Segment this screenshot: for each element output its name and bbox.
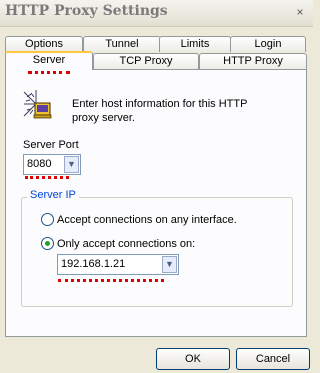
network-proxy-icon (23, 90, 52, 119)
tab-server[interactable]: Server (5, 51, 93, 70)
window-title: HTTP Proxy Settings (5, 3, 168, 19)
tab-tcp-proxy[interactable]: TCP Proxy (93, 53, 199, 70)
radio-selected-dot (45, 241, 50, 246)
server-port-combo[interactable]: 8080 ▼ (23, 154, 81, 175)
server-ip-value: 192.168.1.21 (61, 258, 126, 270)
radio-only-accept-label[interactable]: Only accept connections on: (57, 238, 195, 250)
chevron-down-icon[interactable]: ▼ (162, 256, 177, 273)
chevron-down-icon[interactable]: ▼ (64, 156, 79, 173)
cancel-button[interactable]: Cancel (236, 348, 310, 370)
tab-tunnel[interactable]: Tunnel (83, 36, 161, 52)
tab-http-proxy[interactable]: HTTP Proxy (199, 53, 307, 70)
server-port-value: 8080 (27, 158, 52, 170)
ok-button[interactable]: OK (156, 348, 230, 370)
highlight-underline (25, 176, 69, 179)
tab-login[interactable]: Login (230, 36, 306, 52)
tab-limits[interactable]: Limits (159, 36, 231, 52)
server-port-label: Server Port (23, 139, 79, 151)
server-ip-combo[interactable]: 192.168.1.21 ▼ (57, 254, 179, 275)
info-text: Enter host information for this HTTP pro… (72, 98, 248, 124)
server-ip-group-label: Server IP (27, 189, 79, 201)
title-bar: HTTP Proxy Settings × (0, 0, 313, 27)
highlight-underline (28, 71, 70, 74)
close-icon[interactable]: × (291, 3, 309, 21)
radio-any-interface[interactable] (41, 213, 54, 226)
tab-panel: Enter host information for this HTTP pro… (5, 69, 307, 337)
highlight-underline (58, 279, 164, 282)
radio-only-accept[interactable] (41, 237, 54, 250)
radio-any-interface-label[interactable]: Accept connections on any interface. (57, 214, 237, 226)
tab-options[interactable]: Options (5, 36, 83, 52)
